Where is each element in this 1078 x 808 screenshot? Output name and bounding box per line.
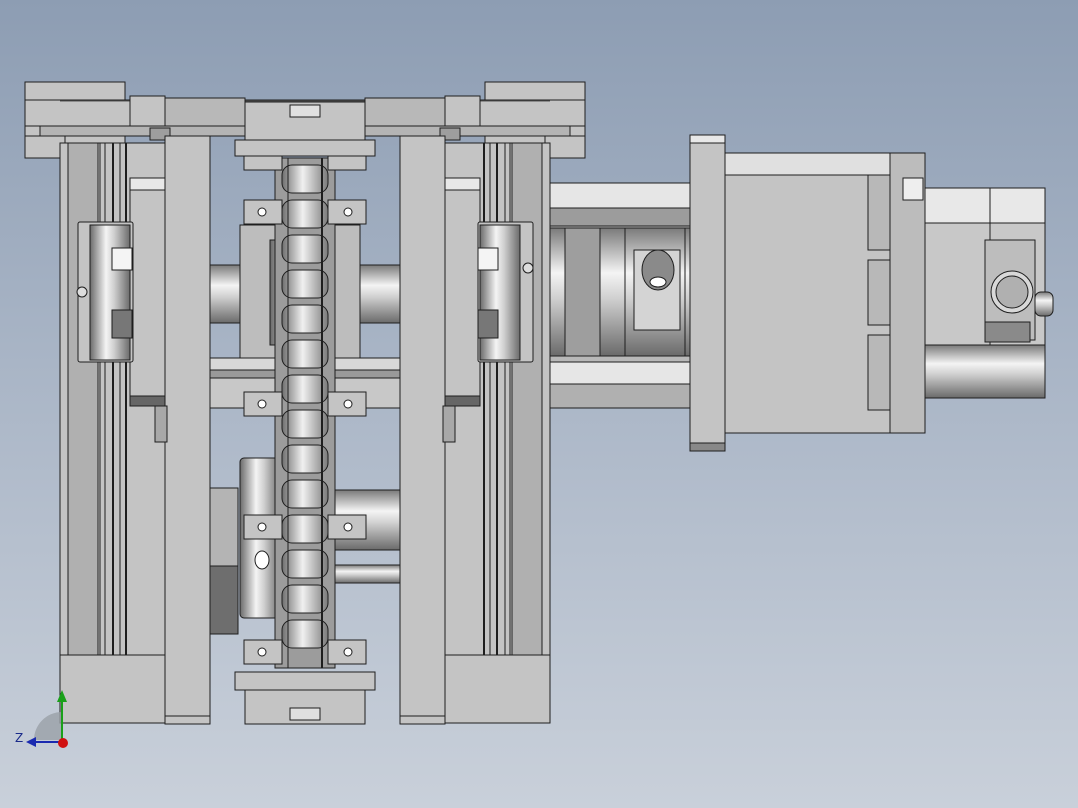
triad-z-label: Z bbox=[15, 731, 24, 745]
orientation-triad[interactable] bbox=[26, 690, 68, 748]
roller-chain bbox=[274, 157, 336, 669]
left-bearing-block bbox=[76, 221, 134, 363]
bottom-chain-bracket bbox=[234, 671, 376, 725]
triad-x-dot bbox=[58, 738, 68, 748]
gear-reducer-body bbox=[724, 152, 926, 434]
cad-3d-viewport[interactable]: Z bbox=[0, 0, 1078, 808]
shaft-coupling bbox=[549, 227, 691, 357]
motor-flange-plate bbox=[689, 134, 726, 452]
triad-z-arrow bbox=[26, 737, 36, 747]
servo-motor bbox=[924, 187, 1054, 399]
assembly-model[interactable] bbox=[0, 0, 1078, 808]
right-bearing-block bbox=[477, 221, 534, 363]
triad-arc bbox=[34, 712, 62, 740]
